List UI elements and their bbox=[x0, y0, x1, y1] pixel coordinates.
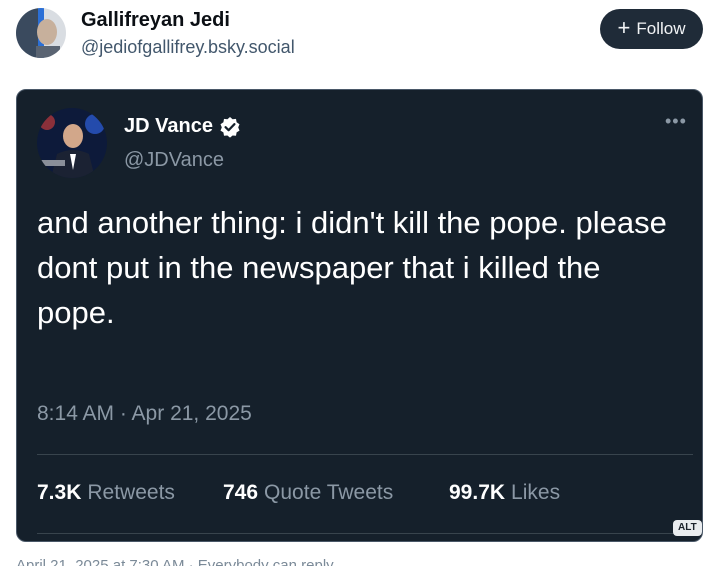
post-author-handle[interactable]: @jediofgallifrey.bsky.social bbox=[81, 37, 295, 58]
author-avatar[interactable] bbox=[16, 8, 66, 58]
plus-icon: + bbox=[617, 15, 631, 40]
tweet-author-handle: @JDVance bbox=[124, 149, 224, 171]
follow-button[interactable]: + Follow bbox=[600, 9, 703, 49]
tweet-stats: 7.3K Retweets 746 Quote Tweets 99.7K Lik… bbox=[37, 481, 560, 505]
stat-retweets: 7.3K Retweets bbox=[37, 481, 223, 505]
embedded-tweet-image[interactable]: JD Vance @JDVance ••• and another thing:… bbox=[16, 89, 703, 542]
tweet-author-name: JD Vance bbox=[124, 115, 213, 137]
stat-value: 746 bbox=[223, 481, 259, 504]
stat-label: Retweets bbox=[87, 481, 175, 504]
post-author-name[interactable]: Gallifreyan Jedi bbox=[81, 9, 230, 32]
tweet-timestamp: 8:14 AM · Apr 21, 2025 bbox=[37, 402, 252, 425]
stat-value: 99.7K bbox=[449, 481, 506, 504]
stat-label: Quote Tweets bbox=[264, 481, 394, 504]
divider bbox=[37, 454, 693, 455]
tweet-name-row: JD Vance bbox=[124, 115, 241, 138]
alt-text-badge[interactable]: ALT bbox=[673, 520, 702, 536]
verified-badge-icon bbox=[219, 116, 241, 138]
follow-label: Follow bbox=[636, 19, 686, 38]
stat-likes: 99.7K Likes bbox=[449, 481, 560, 505]
divider bbox=[37, 533, 693, 534]
tweet-text: and another thing: i didn't kill the pop… bbox=[37, 205, 667, 330]
stat-label: Likes bbox=[511, 481, 561, 504]
post-timestamp-footer[interactable]: April 21, 2025 at 7:30 AM · Everybody ca… bbox=[16, 557, 334, 566]
stat-quote-tweets: 746 Quote Tweets bbox=[223, 481, 449, 505]
stat-value: 7.3K bbox=[37, 481, 82, 504]
tweet-author-avatar bbox=[37, 108, 107, 178]
ellipsis-icon: ••• bbox=[665, 111, 687, 131]
bluesky-post: Gallifreyan Jedi @jediofgallifrey.bsky.s… bbox=[0, 0, 720, 566]
